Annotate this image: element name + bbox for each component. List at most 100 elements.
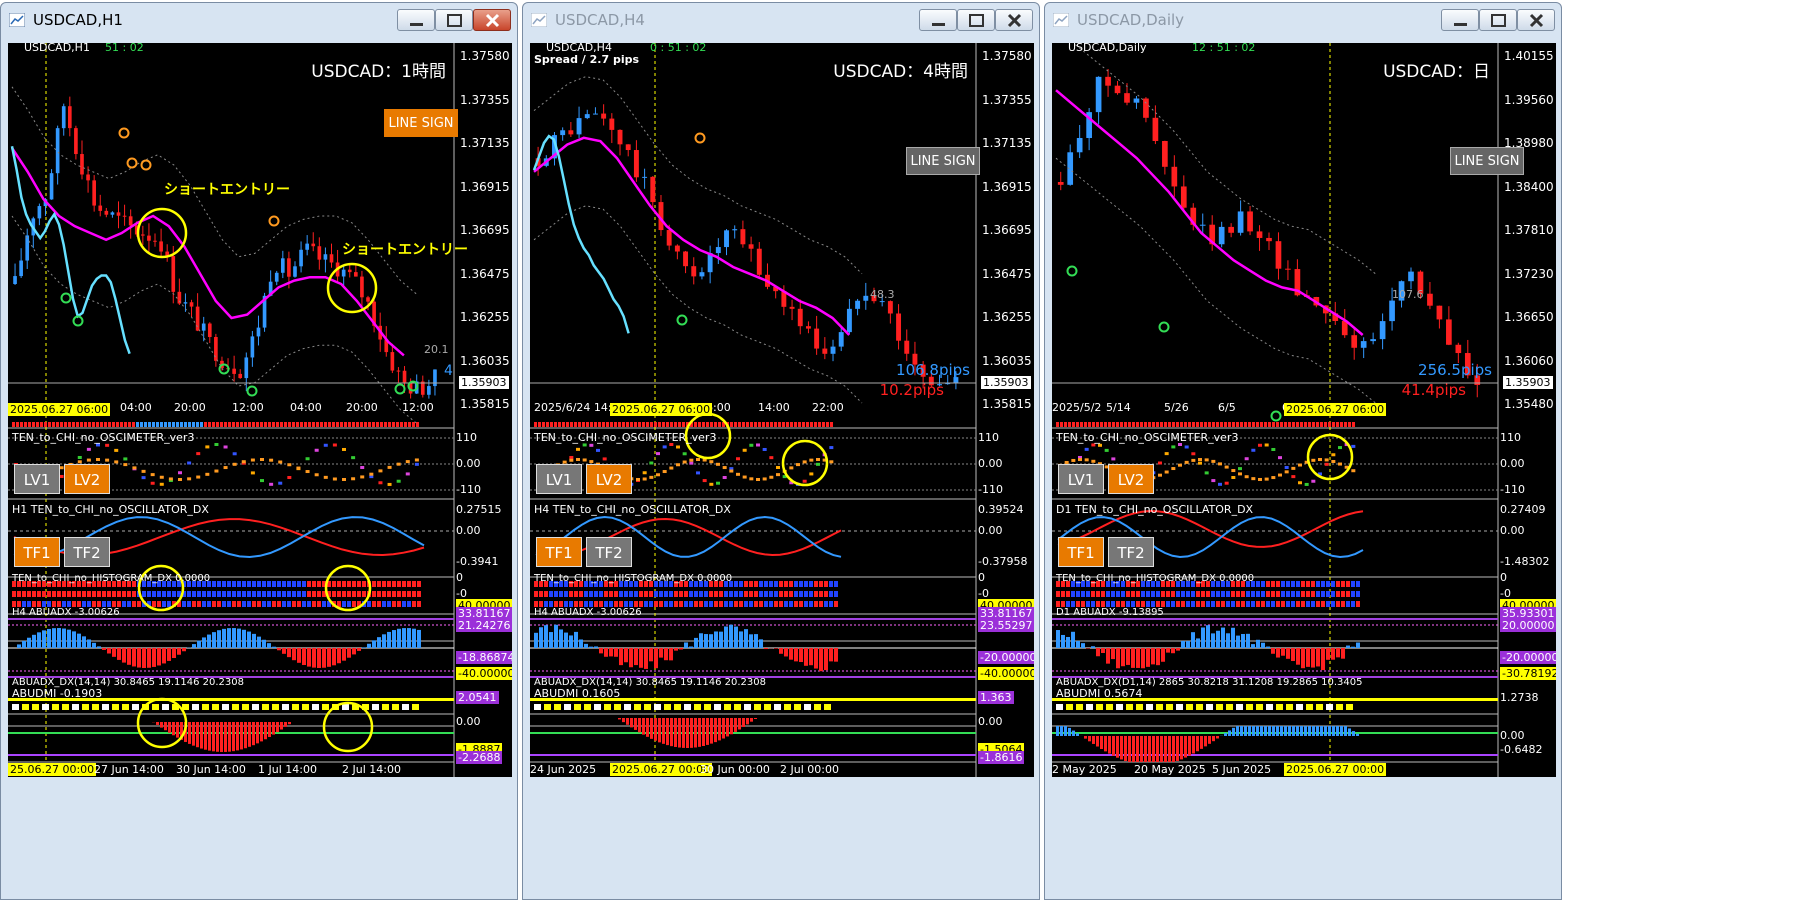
trend-strip-cell	[1332, 422, 1335, 427]
tf2-button[interactable]: TF2	[1108, 537, 1154, 567]
annotation-short-entry: ショートエントリー	[342, 242, 468, 258]
trend-strip-cell	[814, 422, 817, 427]
histogram-cell	[187, 601, 191, 607]
histogram-cell	[347, 601, 351, 607]
adx-bar	[232, 628, 236, 648]
trend-strip-cell	[32, 422, 35, 427]
title-bar[interactable]: USDCAD,H1	[1, 3, 517, 37]
chart-area[interactable]: USDCAD,H4 0 : 51 : 02 Spread / 2.7 pips USD…	[530, 43, 1034, 777]
price-scale-label: 1.37810	[1504, 223, 1554, 237]
maximize-button[interactable]	[957, 9, 995, 31]
lv1-button[interactable]: LV1	[536, 464, 582, 494]
close-button[interactable]	[473, 9, 511, 31]
osc-dot	[1071, 458, 1076, 462]
histogram-cell	[809, 581, 813, 587]
tf1-button[interactable]: TF1	[14, 537, 60, 567]
chart-window-h1[interactable]: USDCAD,H1 USDCAD,H1 51 : 02 USDCAD：1時間 LINE…	[0, 2, 518, 900]
osc-dot	[816, 462, 820, 466]
price-scale-label: 1.40155	[1504, 49, 1554, 63]
osc-dot	[241, 460, 246, 464]
osc-dot	[1251, 477, 1256, 481]
candle-body	[147, 235, 151, 241]
tf2-button[interactable]: TF2	[586, 537, 632, 567]
histogram-cell	[217, 601, 221, 607]
osc-dot	[602, 457, 607, 461]
trend-strip-cell	[1232, 422, 1235, 427]
lv1-button[interactable]: LV1	[14, 464, 60, 494]
chart-window-h4[interactable]: USDCAD,H4 USDCAD,H4 0 : 51 : 02 Spread / 2…	[522, 2, 1040, 900]
histogram-cell	[664, 601, 668, 607]
trend-strip-cell	[268, 422, 271, 427]
line-sign-button[interactable]: LINE SIGN	[384, 109, 458, 137]
lv2-button[interactable]: LV2	[586, 464, 632, 494]
trend-strip-cell	[356, 422, 359, 427]
minimize-button[interactable]	[919, 9, 957, 31]
chart-window-daily[interactable]: USDCAD,Daily USDCAD,Daily 12 : 51 : 02 USD…	[1044, 2, 1562, 900]
adx-bar	[382, 634, 386, 648]
adx-dx-strip-cell	[824, 704, 831, 710]
title-bar[interactable]: USDCAD,H4	[523, 3, 1039, 37]
osc-scale-label: 0.00	[456, 457, 481, 470]
bar-timer: 0 : 51 : 02	[650, 43, 707, 54]
close-icon	[485, 13, 500, 28]
dmi-bar	[204, 722, 207, 750]
time-axis-label: 5/14	[1106, 401, 1131, 414]
candle-body	[13, 276, 17, 284]
trend-strip-cell	[380, 422, 383, 427]
close-button[interactable]	[995, 9, 1033, 31]
tf1-button[interactable]: TF1	[536, 537, 582, 567]
lv1-button[interactable]: LV1	[1058, 464, 1104, 494]
chart-area[interactable]: USDCAD,H1 51 : 02 USDCAD：1時間 LINE SIGN 1.375…	[8, 43, 512, 777]
histogram-cell	[417, 581, 421, 587]
osc-dot	[1198, 461, 1202, 465]
histogram-cell	[694, 601, 698, 607]
histogram-cell	[794, 581, 798, 587]
histogram-cell	[257, 581, 261, 587]
adx-dx-strip-cell	[1226, 704, 1233, 710]
adx-bar	[1261, 642, 1265, 648]
histogram-cell	[397, 601, 401, 607]
trend-strip-cell	[136, 422, 139, 427]
trend-strip-cell	[646, 422, 649, 427]
candle-body	[347, 269, 352, 273]
adx-bar	[1356, 642, 1360, 648]
adx-bar	[52, 628, 56, 648]
histogram-cell	[784, 601, 788, 607]
tf2-button[interactable]: TF2	[64, 537, 110, 567]
adx-bar	[17, 644, 21, 648]
histogram-cell	[302, 601, 306, 607]
adx-dx-strip-cell	[22, 704, 29, 710]
candle-body	[61, 106, 66, 129]
dmi-bar	[156, 722, 159, 725]
dmi-bar	[666, 718, 669, 746]
dmi-value-box: 0.00	[978, 715, 1003, 728]
adx-bar	[272, 646, 276, 648]
trend-strip-cell	[1264, 422, 1267, 427]
histogram-cell	[157, 601, 161, 607]
title-bar[interactable]: USDCAD,Daily	[1045, 3, 1561, 37]
osc-dot	[636, 477, 640, 481]
adx-bar	[679, 648, 683, 650]
maximize-button[interactable]	[1479, 9, 1517, 31]
candle-body	[592, 113, 598, 115]
line-sign-button[interactable]: LINE SIGN	[906, 147, 980, 175]
tf1-button[interactable]: TF1	[1058, 537, 1104, 567]
adx-bar	[1216, 630, 1220, 648]
line-sign-button[interactable]: LINE SIGN	[1450, 147, 1524, 175]
minimize-button[interactable]	[397, 9, 435, 31]
lv2-button[interactable]: LV2	[1108, 464, 1154, 494]
trend-strip-cell	[340, 422, 343, 427]
osc-dot	[796, 463, 800, 467]
envelope-lower	[533, 205, 863, 404]
highlight-circle	[322, 701, 374, 753]
close-button[interactable]	[1517, 9, 1555, 31]
trend-strip-cell	[1168, 422, 1171, 427]
bottom-date-label: 20 May 2025	[1134, 763, 1206, 776]
ma-distance-value-2: 4	[444, 363, 453, 379]
chart-area[interactable]: USDCAD,Daily 12 : 51 : 02 USDCAD：日 LINE SIG…	[1052, 43, 1556, 777]
dmi-bar	[1096, 736, 1099, 747]
maximize-button[interactable]	[435, 9, 473, 31]
minimize-button[interactable]	[1441, 9, 1479, 31]
histogram-cell	[754, 601, 758, 607]
lv2-button[interactable]: LV2	[64, 464, 110, 494]
